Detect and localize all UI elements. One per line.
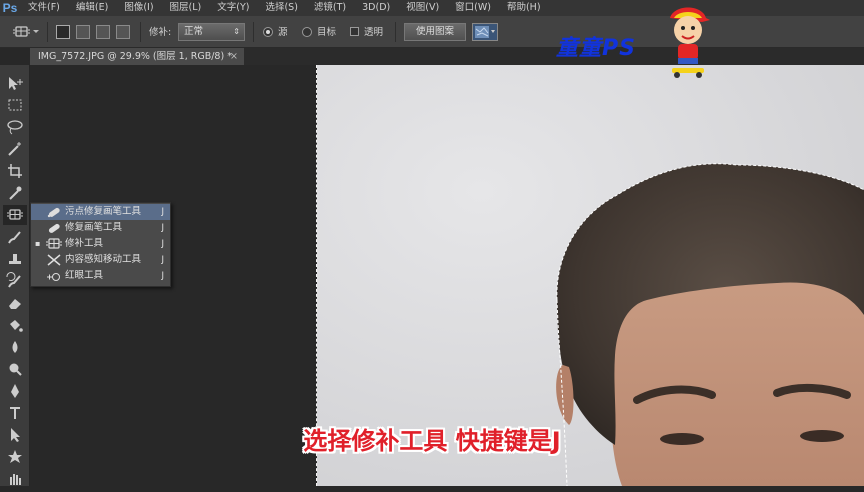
transparent-checkbox[interactable]	[350, 27, 359, 36]
healing-tools-flyout: 污点修复画笔工具 J 修复画笔工具 J ▪ 修补工具 J 内容感知移动工具 J 红眼工具 J	[30, 202, 171, 287]
flyout-item[interactable]: ▪ 修补工具 J	[31, 236, 170, 252]
magic-wand-icon[interactable]	[3, 139, 27, 159]
subtract-from-selection-button[interactable]	[96, 25, 110, 39]
add-to-selection-button[interactable]	[76, 25, 90, 39]
close-icon[interactable]: ×	[230, 48, 238, 65]
flyout-item-label: 红眼工具	[65, 270, 104, 281]
new-selection-button[interactable]	[56, 25, 70, 39]
crop-tool-icon[interactable]	[3, 161, 27, 181]
pen-tool-icon[interactable]	[3, 381, 27, 401]
type-tool-icon[interactable]	[3, 403, 27, 423]
healing-brush-icon	[45, 221, 63, 235]
photoshop-logo: Ps	[2, 1, 18, 15]
transparent-label: 透明	[364, 27, 384, 38]
flyout-item[interactable]: 内容感知移动工具 J	[31, 252, 170, 268]
blur-tool-icon[interactable]	[3, 337, 27, 357]
menu-item[interactable]: 3D(D)	[354, 0, 398, 16]
intersect-selection-button[interactable]	[116, 25, 130, 39]
current-tool-marker: ▪	[35, 239, 41, 248]
menu-item[interactable]: 滤镜(T)	[306, 0, 354, 16]
dodge-tool-icon[interactable]	[3, 359, 27, 379]
patch-tool-icon	[13, 26, 39, 37]
eyedropper-icon[interactable]	[3, 183, 27, 203]
destination-label: 目标	[317, 27, 337, 38]
video-subtitle: 选择修补工具 快捷键是J	[303, 427, 561, 455]
menu-item[interactable]: 编辑(E)	[68, 0, 116, 16]
shortcut-key: J	[161, 207, 164, 217]
menu-item[interactable]: 帮助(H)	[499, 0, 549, 16]
flyout-item[interactable]: 污点修复画笔工具 J	[31, 204, 170, 220]
divider	[395, 22, 396, 42]
flyout-item[interactable]: 修复画笔工具 J	[31, 220, 170, 236]
history-brush-icon[interactable]	[3, 271, 27, 291]
tool-preset-picker[interactable]	[6, 23, 40, 41]
divider	[253, 22, 254, 42]
menu-items: 文件(F) 编辑(E) 图像(I) 图层(L) 文字(Y) 选择(S) 滤镜(T) 3D(D)…	[20, 0, 549, 16]
destination-radio[interactable]	[302, 27, 312, 37]
spot-healing-brush-icon	[45, 205, 63, 219]
patch-label: 修补:	[149, 27, 172, 38]
document-tab[interactable]: IMG_7572.JPG @ 29.9% (图层 1, RGB/8) * ×	[30, 48, 244, 65]
use-pattern-button[interactable]: 使用图案	[404, 23, 466, 41]
flyout-item[interactable]: 红眼工具 J	[31, 268, 170, 284]
patch-mode-select[interactable]: 正常 ⇕	[178, 23, 245, 41]
move-tool-icon[interactable]	[3, 73, 27, 93]
source-radio[interactable]	[263, 27, 273, 37]
menu-item[interactable]: 图像(I)	[116, 0, 161, 16]
lasso-tool-icon[interactable]	[3, 117, 27, 137]
shortcut-key: J	[161, 223, 164, 233]
menu-item[interactable]: 图层(L)	[162, 0, 210, 16]
pattern-swatch-icon	[475, 26, 495, 38]
menu-item[interactable]: 文字(Y)	[209, 0, 257, 16]
document-tab-bar: IMG_7572.JPG @ 29.9% (图层 1, RGB/8) * ×	[30, 48, 864, 65]
brush-tool-icon[interactable]	[3, 227, 27, 247]
source-label: 源	[278, 27, 288, 38]
chevron-down-icon: ⇕	[233, 27, 240, 36]
shortcut-key: J	[161, 271, 164, 281]
mascot-logo	[664, 4, 712, 80]
menu-item[interactable]: 视图(V)	[398, 0, 447, 16]
menu-bar: Ps 文件(F) 编辑(E) 图像(I) 图层(L) 文字(Y) 选择(S) 滤镜(T) 3D…	[0, 0, 864, 16]
red-eye-icon	[45, 269, 63, 283]
flyout-item-label: 修补工具	[65, 238, 104, 249]
hand-tool-icon[interactable]	[3, 469, 27, 489]
content-aware-move-icon	[45, 253, 63, 267]
shortcut-key: J	[161, 239, 164, 249]
eraser-icon[interactable]	[3, 293, 27, 313]
flyout-item-label: 修复画笔工具	[65, 222, 123, 233]
menu-item[interactable]: 窗口(W)	[447, 0, 499, 16]
options-bar: 修补: 正常 ⇕ 源 目标 透明 使用图案	[0, 16, 864, 48]
flyout-item-label: 污点修复画笔工具	[65, 206, 142, 217]
pattern-picker[interactable]	[472, 23, 498, 41]
paint-bucket-icon[interactable]	[3, 315, 27, 335]
document-title: IMG_7572.JPG @ 29.9% (图层 1, RGB/8) *	[38, 51, 232, 62]
flyout-item-label: 内容感知移动工具	[65, 254, 142, 265]
shortcut-key: J	[161, 255, 164, 265]
channel-watermark: 童童PS	[556, 36, 636, 61]
clone-stamp-icon[interactable]	[3, 249, 27, 269]
divider	[47, 22, 48, 42]
patch-tool-icon[interactable]	[3, 205, 27, 225]
marquee-tool-icon[interactable]	[3, 95, 27, 115]
menu-item[interactable]: 文件(F)	[20, 0, 68, 16]
menu-item[interactable]: 选择(S)	[257, 0, 305, 16]
patch-tool-icon	[45, 237, 63, 251]
divider	[140, 22, 141, 42]
patch-mode-value: 正常	[184, 26, 204, 37]
